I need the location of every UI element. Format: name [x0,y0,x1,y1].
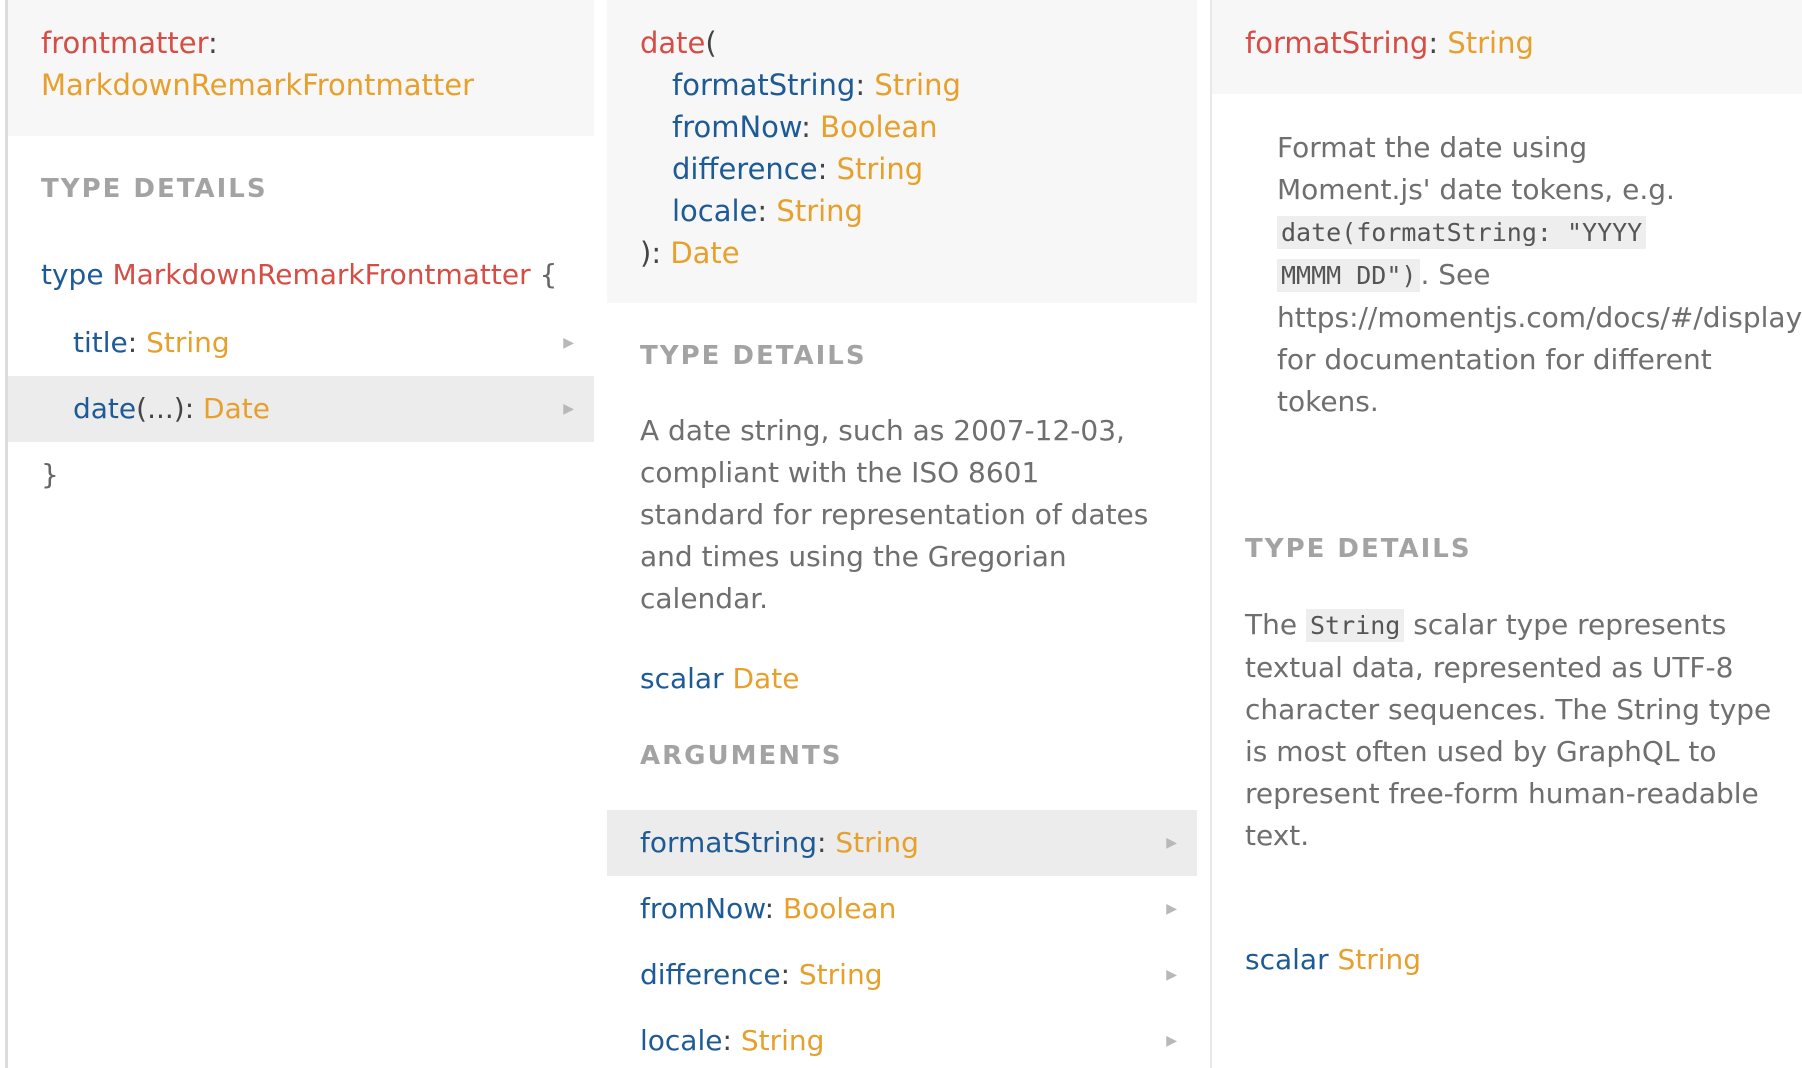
arg-name: formatString [640,826,817,859]
type-name: MarkdownRemarkFrontmatter [112,258,531,291]
return-type-link[interactable]: Date [670,236,739,270]
field-row-title[interactable]: title: String ▶ [8,310,594,376]
formatString-column: formatString: String Format the date usi… [1212,0,1802,1068]
desc-text: The [1245,608,1306,641]
expand-arrow-icon[interactable]: ▶ [563,310,574,376]
arg-sep: : [780,958,799,991]
header-arg-type[interactable]: String [776,194,863,228]
header-arg-type[interactable]: String [837,152,924,186]
field-sep: : [184,392,204,425]
arg-sep: : [764,892,783,925]
close-brace: } [41,458,59,491]
field-row-date[interactable]: date(...): Date ▶ [8,376,594,442]
arg-type[interactable]: Boolean [783,892,896,925]
argument-row-formatString[interactable]: formatString: String ▶ [607,810,1197,876]
desc-line: character sequences. The String type [1245,693,1772,726]
arg-sep: : [757,194,777,228]
scalar-keyword: scalar [640,662,724,695]
scalar-declaration: scalar String [1245,943,1421,976]
colon: : [1428,26,1448,60]
header-arg-name: formatString [672,68,856,102]
desc-line: textual data, represented as UTF-8 [1245,651,1734,684]
argument-row-locale[interactable]: locale: String ▶ [607,1008,1197,1068]
type-details-title: TYPE DETAILS [1245,534,1472,564]
desc-line: is most often used by GraphQL to [1245,735,1717,768]
field-date-args: (...) [136,392,185,425]
arg-type[interactable]: String [835,826,919,859]
header-arg-type[interactable]: Boolean [820,110,937,144]
arg-type[interactable]: String [799,958,883,991]
type-details-title: TYPE DETAILS [41,174,268,204]
date-column: date( formatString: String fromNow: Bool… [607,0,1197,1068]
field-name: formatString [1245,26,1429,60]
colon: : [208,26,218,60]
desc-line: Moment.js' date tokens, e.g. [1277,173,1675,206]
arg-sep: : [855,68,875,102]
expand-arrow-icon[interactable]: ▶ [563,376,574,442]
close-paren: ): [640,236,671,270]
desc-line: represent free-form human-readable [1245,777,1759,810]
header-arg-name: locale [672,194,758,228]
code-snippet: date(formatString: "YYYY [1277,216,1647,249]
field-sep: : [127,326,147,359]
header-arg-type[interactable]: String [874,68,961,102]
field-title-type[interactable]: String [146,326,230,359]
open-brace: { [539,258,558,291]
arg-type[interactable]: String [741,1024,825,1057]
arguments-title: ARGUMENTS [640,741,843,771]
expand-arrow-icon[interactable]: ▶ [1166,1008,1177,1068]
type-description: A date string, such as 2007-12-03, compl… [640,414,1149,615]
arg-name: fromNow [640,892,765,925]
header-arg-name: fromNow [672,110,802,144]
arg-sep: : [816,826,836,859]
desc-text: . See [1420,258,1491,291]
argument-description: Format the date using Moment.js' date to… [1277,127,1802,423]
field-name: frontmatter [41,26,209,60]
arg-name: locale [640,1024,723,1057]
field-title-name: title [73,326,128,359]
arg-sep: : [801,110,821,144]
type-keyword: type [41,258,104,291]
type-declaration: type MarkdownRemarkFrontmatter { [41,258,557,291]
header-arg-name: difference [672,152,818,186]
scalar-keyword: scalar [1245,943,1329,976]
field-name: date [640,26,706,60]
expand-arrow-icon[interactable]: ▶ [1166,942,1177,1008]
arg-name: difference [640,958,781,991]
docs-link[interactable]: https://momentjs.com/docs/#/displayi [1277,297,1802,339]
desc-line: Format the date using [1277,131,1588,164]
field-date-type[interactable]: Date [203,392,270,425]
arg-sep: : [722,1024,741,1057]
desc-line: text. [1245,819,1310,852]
type-details-title: TYPE DETAILS [640,341,867,371]
type-link[interactable]: String [1447,26,1534,60]
scalar-declaration: scalar Date [640,662,799,695]
open-paren: ( [705,26,717,60]
argument-row-fromNow[interactable]: fromNow: Boolean ▶ [607,876,1197,942]
formatString-header: formatString: String [1212,0,1802,94]
code-snippet: String [1305,609,1405,642]
expand-arrow-icon[interactable]: ▶ [1166,876,1177,942]
argument-row-difference[interactable]: difference: String ▶ [607,942,1197,1008]
desc-line: for documentation for different [1277,343,1712,376]
type-link[interactable]: MarkdownRemarkFrontmatter [41,68,474,102]
arg-sep: : [817,152,837,186]
scalar-name: Date [732,662,800,695]
desc-text: scalar type represents [1404,608,1727,641]
code-snippet: MMMM DD") [1277,259,1421,292]
frontmatter-header: frontmatter: MarkdownRemarkFrontmatter [8,0,594,136]
scalar-name: String [1337,943,1422,976]
desc-line: tokens. [1277,385,1379,418]
type-description: The String scalar type represents textua… [1245,604,1771,857]
expand-arrow-icon[interactable]: ▶ [1166,810,1177,876]
date-header: date( formatString: String fromNow: Bool… [607,0,1197,303]
field-date-name: date [73,392,137,425]
frontmatter-column: frontmatter: MarkdownRemarkFrontmatter T… [5,0,594,1068]
